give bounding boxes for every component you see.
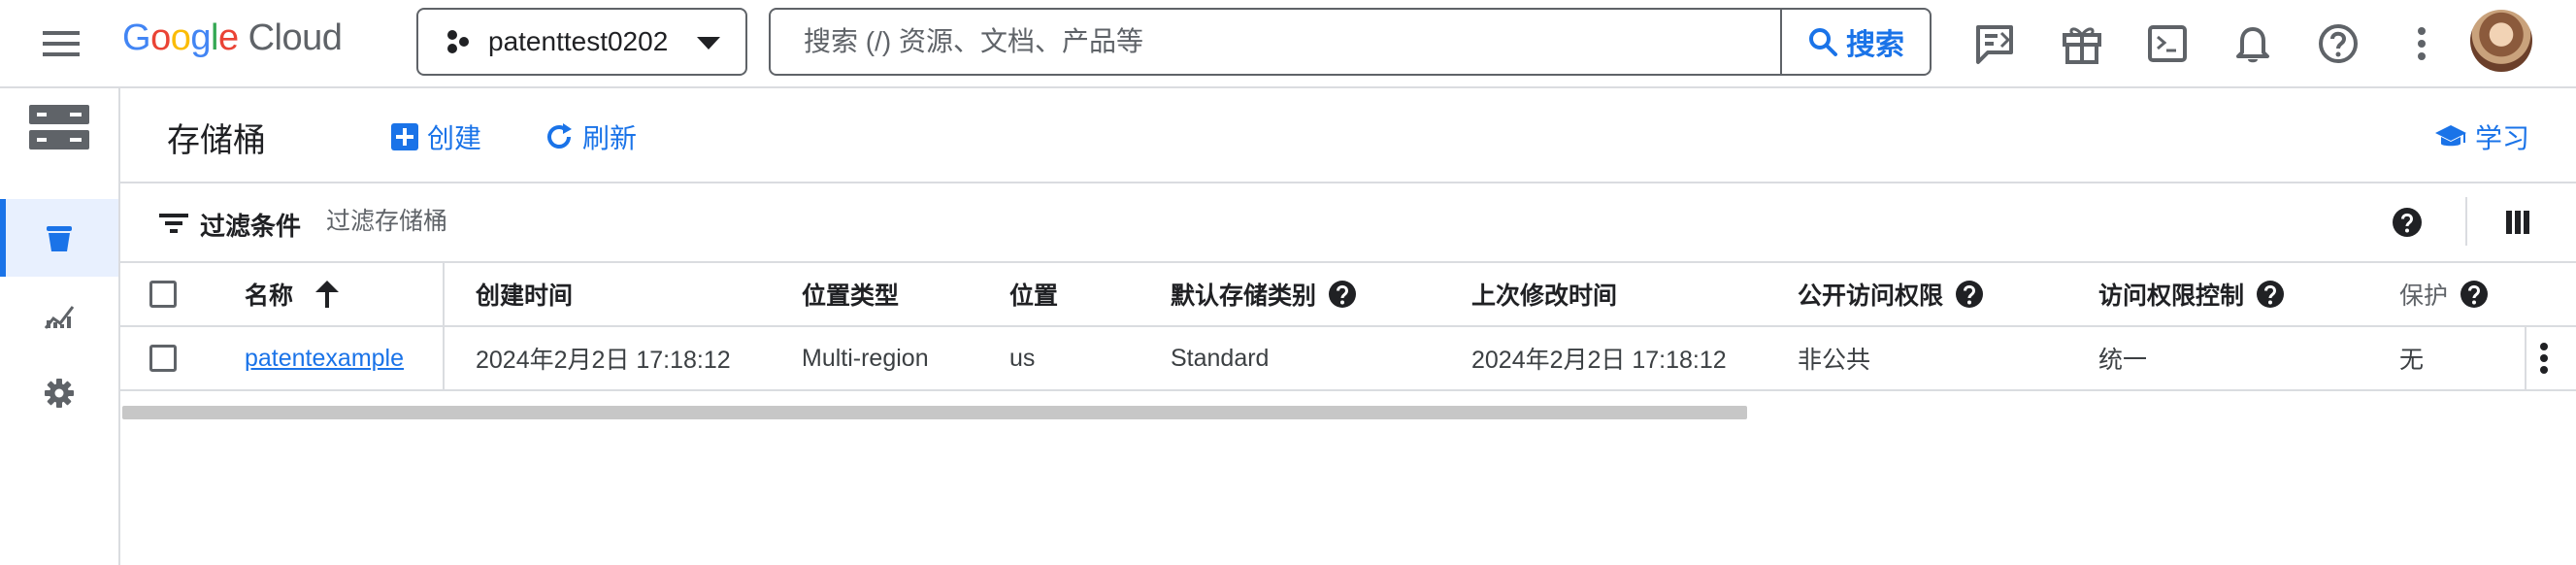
column-header-public-access[interactable]: 公开访问权限 (1798, 263, 1984, 325)
column-header-access-control[interactable]: 访问权限控制 (2098, 263, 2285, 325)
help-icon[interactable] (2256, 280, 2285, 309)
search-icon (1807, 26, 1846, 57)
column-divider (2525, 327, 2526, 391)
gift-icon[interactable] (2060, 21, 2104, 66)
learn-button-label: 学习 (2475, 123, 2530, 153)
table-row[interactable]: patentexample 2024年2月2日 17:18:12 Multi-r… (120, 327, 2576, 391)
page-header: 存储桶 创建 刷新 学习 (120, 88, 2576, 183)
cell-modified: 2024年2月2日 17:18:12 (1471, 347, 1727, 374)
cell-protection: 无 (2399, 347, 2425, 374)
search-bar: 搜索 (769, 8, 1932, 76)
project-dots-icon (444, 28, 471, 55)
column-header-name[interactable]: 名称 (245, 263, 340, 325)
refresh-button[interactable]: 刷新 (544, 117, 637, 156)
help-icon[interactable] (2316, 21, 2361, 66)
refresh-icon (544, 121, 582, 152)
help-icon[interactable] (1328, 280, 1357, 309)
column-header-location-type[interactable]: 位置类型 (802, 263, 899, 325)
row-checkbox[interactable] (149, 327, 177, 389)
bucket-icon (45, 222, 74, 253)
top-bar: Google Cloud patenttest0202 搜索 (0, 0, 2576, 88)
refresh-button-label: 刷新 (582, 123, 638, 153)
sidebar-item-monitoring[interactable] (0, 277, 118, 354)
cell-location-type: Multi-region (802, 344, 929, 372)
buckets-table: 名称 创建时间 位置类型 位置 默认存储类别 上次修改时间 公开访问权限 访问权… (120, 263, 2576, 391)
sidebar-item-buckets[interactable] (0, 199, 118, 277)
column-display-icon[interactable] (2504, 209, 2531, 236)
create-button-label: 创建 (427, 123, 482, 153)
table-header: 名称 创建时间 位置类型 位置 默认存储类别 上次修改时间 公开访问权限 访问权… (120, 263, 2576, 327)
account-avatar[interactable] (2470, 10, 2532, 72)
cell-public-access: 非公共 (1798, 347, 1871, 374)
chevron-down-icon (697, 37, 720, 50)
column-header-storage-class[interactable]: 默认存储类别 (1171, 263, 1357, 325)
help-icon[interactable] (1955, 280, 1984, 309)
bucket-name-link[interactable]: patentexample (245, 327, 404, 389)
storage-logo-icon[interactable] (0, 88, 118, 166)
column-header-created[interactable]: 创建时间 (476, 263, 573, 325)
filter-bar: 过滤条件 (120, 183, 2576, 263)
cell-access-control: 统一 (2098, 347, 2148, 374)
analytics-icon (44, 301, 75, 330)
column-header-protection[interactable]: 保护 (2399, 263, 2489, 325)
search-button[interactable]: 搜索 (1780, 10, 1930, 74)
more-vert-icon[interactable] (2399, 21, 2444, 66)
horizontal-scrollbar[interactable] (122, 406, 1747, 419)
select-all-checkbox[interactable] (149, 263, 177, 325)
filter-label: 过滤条件 (200, 212, 302, 241)
add-box-icon (390, 122, 427, 151)
cloud-shell-icon[interactable] (2145, 21, 2190, 66)
filter-help-icon[interactable] (2392, 207, 2423, 238)
column-header-location[interactable]: 位置 (1009, 263, 1058, 325)
row-more-vert-icon[interactable] (2537, 327, 2551, 389)
filter-list-icon[interactable] (159, 213, 188, 234)
notifications-icon[interactable] (2230, 21, 2275, 66)
search-button-label: 搜索 (1846, 29, 1904, 61)
gear-icon (44, 378, 75, 409)
toolbar-divider (2465, 197, 2467, 246)
filter-input[interactable] (324, 199, 1295, 244)
cell-location: us (1009, 344, 1036, 372)
project-name: patenttest0202 (488, 26, 669, 56)
left-nav (0, 88, 120, 565)
feedback-icon[interactable] (1972, 21, 2017, 66)
school-icon (2434, 122, 2475, 151)
page-title: 存储桶 (167, 122, 266, 159)
learn-button[interactable]: 学习 (2434, 117, 2529, 156)
arrow-upward-icon (314, 281, 340, 308)
cell-created: 2024年2月2日 17:18:12 (476, 347, 731, 374)
search-input[interactable] (771, 13, 1741, 71)
sidebar-item-settings[interactable] (0, 354, 118, 432)
column-header-modified[interactable]: 上次修改时间 (1471, 263, 1617, 325)
google-cloud-logo[interactable]: Google Cloud (122, 17, 343, 59)
main-menu-icon[interactable] (39, 23, 85, 64)
help-icon[interactable] (2460, 280, 2489, 309)
cell-storage-class: Standard (1171, 344, 1270, 372)
create-button[interactable]: 创建 (390, 117, 481, 156)
project-picker[interactable]: patenttest0202 (416, 8, 747, 76)
